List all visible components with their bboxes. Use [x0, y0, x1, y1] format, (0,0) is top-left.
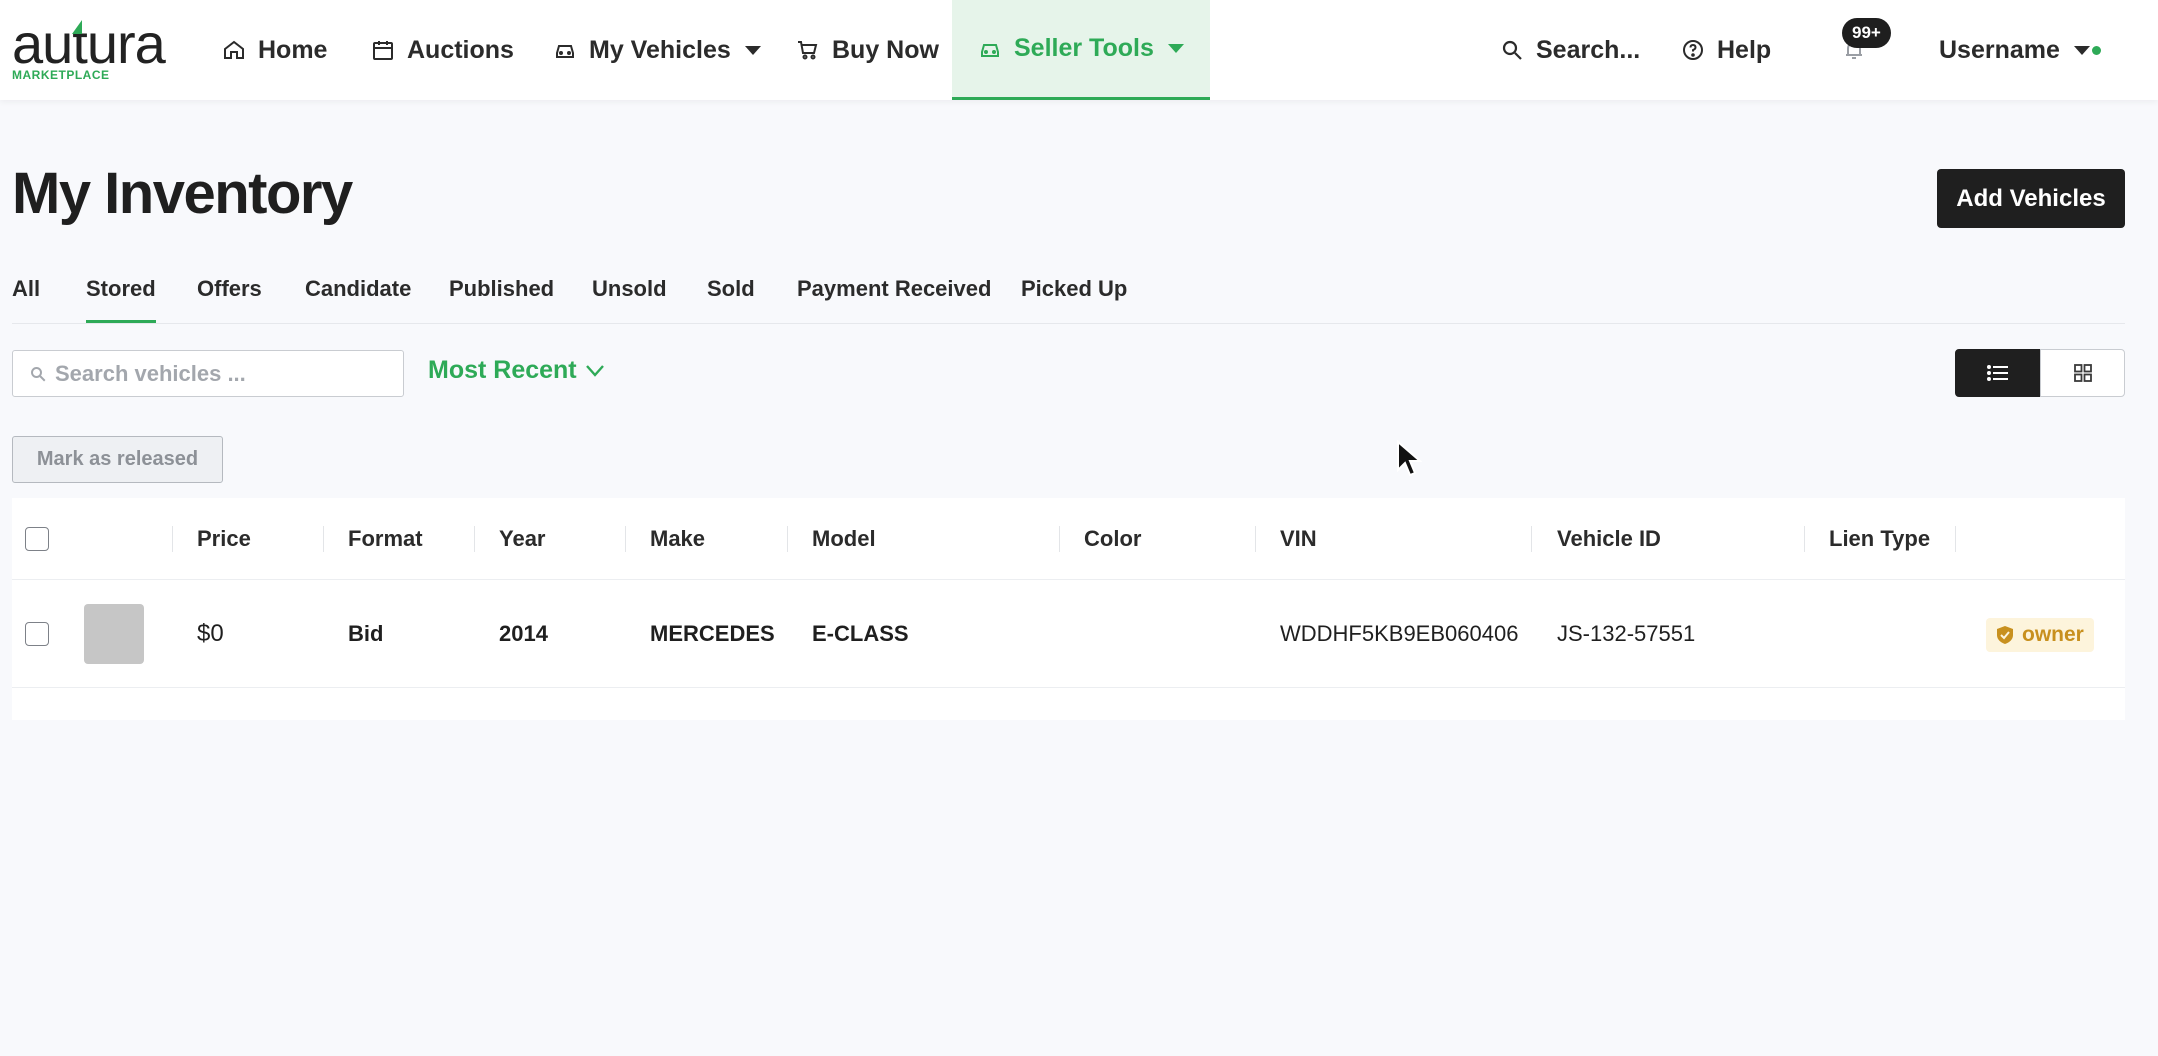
tab-picked-up[interactable]: Picked Up [1021, 276, 1127, 320]
inventory-table: Price Format Year Make Model Color VIN V… [12, 498, 2125, 720]
add-vehicles-button[interactable]: Add Vehicles [1937, 169, 2125, 228]
sort-dropdown[interactable]: Most Recent [428, 356, 605, 385]
nav-auctions-label: Auctions [407, 35, 514, 64]
tab-all[interactable]: All [12, 276, 40, 320]
cell-price: $0 [197, 620, 224, 647]
search-icon [1502, 40, 1522, 60]
top-nav: autura MARKETPLACE Home Auctions My Vehi… [0, 0, 2158, 100]
tab-payment-received[interactable]: Payment Received [797, 276, 991, 320]
cell-format: Bid [348, 621, 384, 646]
brand-logo[interactable]: autura MARKETPLACE [12, 16, 172, 84]
column-divider [1059, 526, 1060, 552]
nav-home-label: Home [258, 35, 328, 64]
view-toggle [1955, 349, 2125, 397]
grid-icon [2073, 364, 2092, 382]
username-label: Username [1939, 35, 2060, 64]
cell-vehicle-id: JS-132-57551 [1557, 621, 1696, 646]
column-divider [625, 526, 626, 552]
global-search-label: Search... [1536, 35, 1641, 64]
chevron-down-icon [585, 364, 604, 377]
nav-seller-tools[interactable]: Seller Tools [952, 0, 1210, 100]
row-select-cell [25, 580, 49, 688]
cell-year: 2014 [499, 621, 548, 646]
grid-view-button[interactable] [2040, 349, 2125, 397]
nav-seller-tools-label: Seller Tools [1014, 34, 1154, 62]
vehicle-thumbnail[interactable] [84, 604, 144, 664]
nav-buy-now[interactable]: Buy Now [796, 0, 939, 100]
column-year[interactable]: Year [499, 498, 546, 580]
column-divider [1531, 526, 1532, 552]
owner-badge: owner [1986, 618, 2094, 652]
owner-badge-label: owner [2022, 623, 2084, 646]
sort-label: Most Recent [428, 356, 577, 384]
logo-mark-icon [72, 20, 82, 34]
vehicle-search[interactable] [12, 350, 404, 397]
column-color[interactable]: Color [1084, 498, 1141, 580]
list-icon [1986, 365, 2008, 381]
car-icon [556, 45, 574, 58]
column-divider [1804, 526, 1805, 552]
help-icon [1683, 40, 1703, 60]
column-divider [787, 526, 788, 552]
column-vin[interactable]: VIN [1280, 498, 1317, 580]
nav-my-vehicles-label: My Vehicles [589, 35, 731, 64]
cell-vin: WDDHF5KB9EB060406 [1280, 621, 1519, 646]
chevron-down-icon [1167, 44, 1184, 53]
cell-model: E-CLASS [812, 621, 909, 646]
column-format[interactable]: Format [348, 498, 423, 580]
mouse-cursor-icon [1397, 440, 1422, 477]
search-icon [31, 366, 46, 381]
vehicle-search-input[interactable] [55, 360, 385, 387]
calendar-icon [373, 41, 393, 60]
help-link[interactable]: Help [1681, 0, 1771, 100]
chevron-down-icon [2073, 45, 2090, 55]
home-icon [224, 40, 244, 59]
column-make[interactable]: Make [650, 498, 705, 580]
column-divider [1255, 526, 1256, 552]
select-all-checkbox[interactable] [25, 527, 49, 551]
vehicle-thumbnail-cell [84, 580, 144, 688]
tab-published[interactable]: Published [449, 276, 554, 320]
nav-auctions[interactable]: Auctions [371, 0, 514, 100]
status-tabs: All Stored Offers Candidate Published Un… [12, 270, 2125, 324]
table-row[interactable]: $0 Bid 2014 MERCEDES E-CLASS WDDHF5KB9EB… [12, 580, 2125, 688]
nav-home[interactable]: Home [222, 0, 327, 100]
chevron-down-icon [744, 45, 761, 55]
help-label: Help [1717, 35, 1772, 64]
nav-buy-now-label: Buy Now [832, 35, 939, 64]
car-icon [981, 43, 999, 57]
global-search[interactable]: Search... [1500, 0, 1640, 100]
tab-offers[interactable]: Offers [197, 276, 262, 320]
column-divider [323, 526, 324, 552]
column-divider [474, 526, 475, 552]
column-divider [1955, 526, 1956, 552]
brand-subtitle: MARKETPLACE [12, 68, 110, 82]
tab-stored[interactable]: Stored [86, 276, 156, 323]
shield-check-icon [1997, 626, 2013, 644]
online-status-dot [2092, 46, 2101, 55]
tab-sold[interactable]: Sold [707, 276, 755, 320]
notifications-button[interactable] [1842, 0, 1866, 100]
tab-unsold[interactable]: Unsold [592, 276, 667, 320]
row-checkbox[interactable] [25, 622, 49, 646]
column-vehicle-id[interactable]: Vehicle ID [1557, 498, 1661, 580]
user-menu[interactable]: Username [1939, 0, 2090, 100]
cell-make: MERCEDES [650, 621, 775, 646]
mark-as-released-button[interactable]: Mark as released [12, 436, 223, 483]
table-header: Price Format Year Make Model Color VIN V… [12, 498, 2125, 580]
column-model[interactable]: Model [812, 498, 876, 580]
column-divider [172, 526, 173, 552]
column-lien-type[interactable]: Lien Type [1829, 498, 1930, 580]
select-all-cell [25, 498, 49, 580]
page-title: My Inventory [12, 161, 353, 226]
cart-icon [798, 41, 818, 60]
tab-candidate[interactable]: Candidate [305, 276, 411, 320]
column-price[interactable]: Price [197, 498, 251, 580]
notifications-badge: 99+ [1842, 18, 1891, 48]
list-view-button[interactable] [1955, 349, 2040, 397]
brand-name: autura [12, 12, 166, 75]
nav-my-vehicles[interactable]: My Vehicles [553, 0, 761, 100]
